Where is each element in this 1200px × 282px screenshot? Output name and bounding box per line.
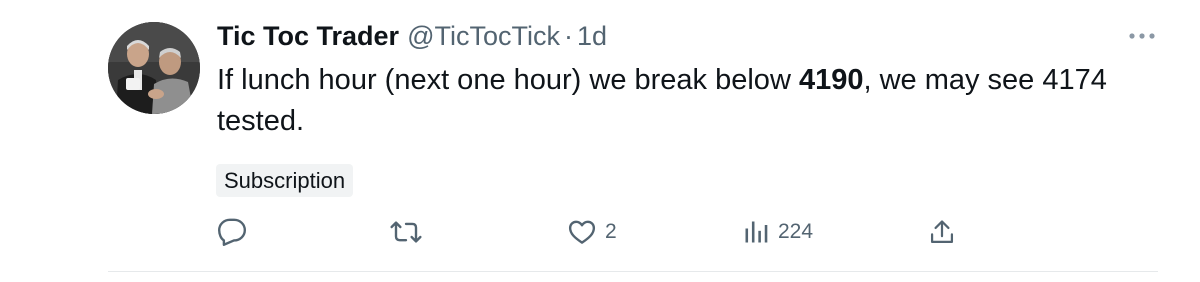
reply-button[interactable] (217, 213, 255, 251)
display-name[interactable]: Tic Toc Trader (217, 20, 399, 52)
more-icon (1129, 33, 1155, 39)
like-button[interactable]: 2 (567, 213, 617, 251)
action-bar: 2 224 (0, 213, 1200, 251)
avatar[interactable] (108, 22, 200, 114)
subscription-badge[interactable]: Subscription (216, 164, 354, 197)
views-count: 224 (778, 220, 814, 243)
tweet-text-start: If lunch hour (next one hour) we break b… (217, 64, 799, 96)
tweet-divider (108, 271, 1158, 272)
timestamp[interactable]: 1d (577, 20, 607, 52)
retweet-icon (390, 221, 422, 243)
heart-icon (568, 220, 596, 244)
tweet-text: If lunch hour (next one hour) we break b… (217, 60, 1147, 142)
reply-icon (218, 218, 246, 246)
separator-dot: · (563, 21, 573, 51)
share-icon (930, 220, 954, 244)
user-handle[interactable]: @TicTocTick (407, 20, 560, 52)
views-button[interactable]: 224 (742, 213, 813, 251)
retweet-button[interactable] (389, 213, 431, 251)
share-button[interactable] (928, 213, 964, 251)
avatar-photo (108, 22, 200, 114)
like-count: 2 (605, 220, 617, 243)
tweet-text-bold: 4190 (798, 64, 864, 96)
more-options-button[interactable] (1124, 22, 1160, 50)
tweet-header: Tic Toc Trader @TicTocTick · 1d (217, 20, 607, 52)
bar-chart-icon (745, 221, 768, 243)
tweet[interactable]: Tic Toc Trader @TicTocTick · 1d If lunch… (0, 0, 1200, 282)
